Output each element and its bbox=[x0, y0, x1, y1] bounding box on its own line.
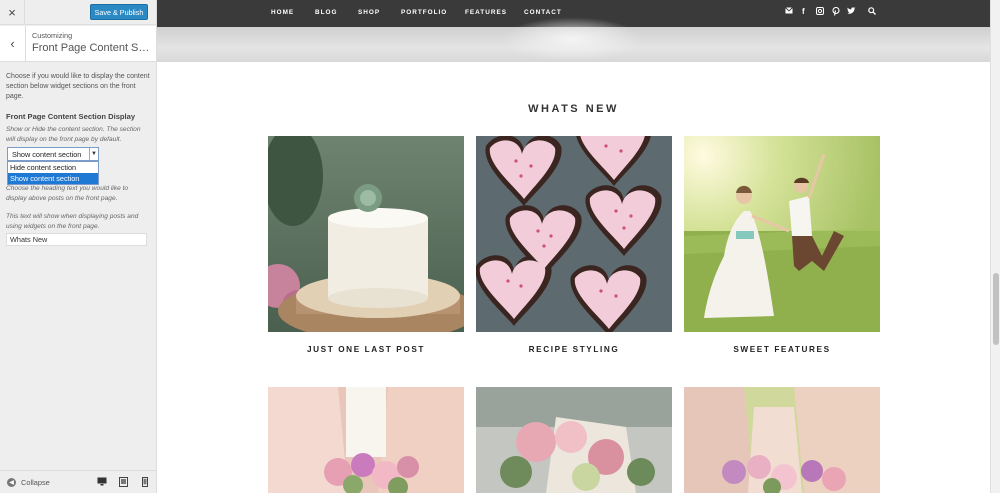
nav-blog[interactable]: BLOG bbox=[315, 9, 337, 16]
hero-banner-image bbox=[157, 17, 990, 62]
mobile-preview-icon[interactable] bbox=[142, 477, 148, 489]
close-icon[interactable]: × bbox=[0, 0, 25, 25]
collapse-icon: ◀ bbox=[7, 478, 16, 487]
select-dropdown-list: Hide content section Show content sectio… bbox=[7, 161, 99, 185]
post-image-cookies[interactable] bbox=[476, 136, 672, 332]
panel-body: Choose if you would like to display the … bbox=[6, 72, 152, 102]
heading-text-help: Choose the heading text you would like t… bbox=[6, 185, 129, 202]
site-preview: HOME BLOG SHOP PORTFOLIO FEATURES CONTAC… bbox=[157, 0, 990, 493]
post-title[interactable]: RECIPE STYLING bbox=[476, 345, 672, 354]
heading-text-description: This text will show when displaying post… bbox=[6, 213, 139, 230]
customizer-header: × Save & Publish bbox=[0, 0, 156, 25]
option-show-content[interactable]: Show content section bbox=[8, 173, 98, 184]
post-image-bouquet-2[interactable] bbox=[476, 387, 672, 493]
nav-home[interactable]: HOME bbox=[271, 9, 294, 16]
scrollbar-thumb[interactable] bbox=[993, 273, 999, 345]
chevron-down-icon[interactable]: ▼ bbox=[89, 148, 98, 160]
desktop-preview-icon[interactable] bbox=[97, 477, 107, 488]
post-image-bouquet-3[interactable] bbox=[684, 387, 880, 493]
customizing-label: Customizing bbox=[32, 31, 73, 40]
section-display-help: Show or Hide the content section. The se… bbox=[6, 126, 141, 143]
collapse-button[interactable]: ◀ Collapse bbox=[7, 478, 50, 487]
section-display-select[interactable]: Show content section ▼ bbox=[7, 147, 99, 161]
nav-contact[interactable]: CONTACT bbox=[524, 9, 562, 16]
instagram-icon[interactable] bbox=[816, 7, 824, 17]
nav-shop[interactable]: SHOP bbox=[358, 9, 380, 16]
post-title[interactable]: JUST ONE LAST POST bbox=[268, 345, 464, 354]
panel-title-bar: ‹ Customizing Front Page Content Section bbox=[0, 26, 156, 62]
facebook-icon[interactable]: f bbox=[802, 7, 805, 16]
nav-portfolio[interactable]: PORTFOLIO bbox=[401, 9, 447, 16]
email-icon[interactable] bbox=[785, 7, 793, 16]
post-image-cake[interactable] bbox=[268, 136, 464, 332]
post-title[interactable]: SWEET FEATURES bbox=[684, 345, 880, 354]
panel-description: Choose if you would like to display the … bbox=[6, 73, 150, 100]
nav-features[interactable]: FEATURES bbox=[465, 9, 507, 16]
twitter-icon[interactable] bbox=[847, 7, 856, 17]
save-publish-button[interactable]: Save & Publish bbox=[90, 4, 148, 20]
pinterest-icon[interactable] bbox=[832, 6, 840, 18]
section-display-label: Front Page Content Section Display bbox=[6, 112, 136, 121]
option-hide-content[interactable]: Hide content section bbox=[8, 162, 98, 173]
customizer-footer: ◀ Collapse bbox=[0, 470, 156, 493]
post-image-couple[interactable] bbox=[684, 136, 880, 332]
panel-title: Front Page Content Section bbox=[32, 42, 154, 54]
customizer-sidebar: × Save & Publish ‹ Customizing Front Pag… bbox=[0, 0, 157, 493]
select-value: Show content section bbox=[12, 149, 82, 159]
post-image-bouquet-1[interactable] bbox=[268, 387, 464, 493]
tablet-preview-icon[interactable] bbox=[119, 477, 128, 489]
search-icon[interactable] bbox=[868, 7, 876, 17]
section-heading: WHATS NEW bbox=[528, 103, 619, 115]
collapse-label: Collapse bbox=[21, 478, 50, 487]
preview-scrollbar[interactable] bbox=[990, 0, 1000, 493]
heading-text-input[interactable]: Whats New bbox=[6, 233, 147, 246]
back-arrow-icon[interactable]: ‹ bbox=[0, 26, 26, 61]
